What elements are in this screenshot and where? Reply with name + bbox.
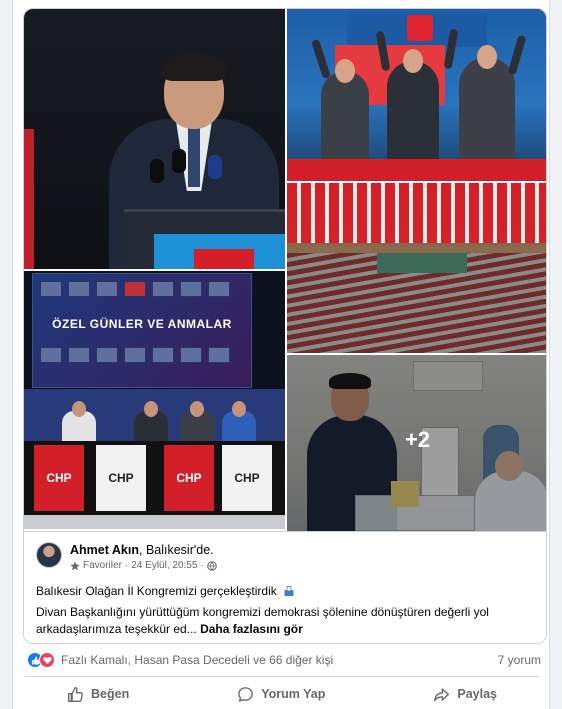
screen-tile xyxy=(152,281,174,297)
post-title: Balıkesir Olağan İl Kongremizi gerçekleş… xyxy=(36,584,295,598)
avatar[interactable] xyxy=(36,542,62,568)
post-author-line: Ahmet Akın, Balıkesir'de. xyxy=(70,543,214,557)
panelist-face xyxy=(144,401,158,417)
thumbs-up-icon xyxy=(68,686,83,702)
share-label: Paylaş xyxy=(457,687,497,701)
stage-front xyxy=(287,159,546,181)
post-timestamp[interactable]: 24 Eylül, 20:55 xyxy=(131,560,197,571)
photo-speaker-podium[interactable] xyxy=(24,9,285,269)
panelist-face xyxy=(190,401,204,417)
screen-tile xyxy=(40,281,62,297)
screen-title: ÖZEL GÜNLER VE ANMALAR xyxy=(52,317,232,331)
speaker-hair xyxy=(162,53,226,81)
chp-banner: CHP xyxy=(96,445,146,511)
separator-dot: · xyxy=(200,560,204,571)
divider xyxy=(25,676,539,677)
congress-logo xyxy=(407,15,433,41)
share-button[interactable]: Paylaş xyxy=(419,682,511,707)
comment-label: Yorum Yap xyxy=(261,687,326,701)
love-reaction-icon xyxy=(39,652,55,668)
like-button[interactable]: Beğen xyxy=(53,682,143,707)
reactions-summary[interactable]: Fazlı Kamalı, Hasan Pasa Decedeli ve 66 … xyxy=(27,652,333,668)
post-body: Divan Başkanlığını yürüttüğüm kongremizi… xyxy=(36,604,541,638)
more-photos-count: +2 xyxy=(404,427,431,452)
person-face xyxy=(403,49,423,73)
person-face xyxy=(477,45,497,69)
speaker-tie xyxy=(188,127,200,187)
post-meta: Favoriler · 24 Eylül, 20:55 · xyxy=(70,560,217,571)
chp-banner: CHP xyxy=(222,445,272,511)
screen-tile xyxy=(68,281,90,297)
panelist-face xyxy=(72,401,86,417)
raised-arm xyxy=(311,38,331,80)
hall-stage xyxy=(377,253,467,273)
screen-tile xyxy=(180,281,202,297)
photo-congress-hall[interactable] xyxy=(287,183,546,353)
photo-panel-stage[interactable]: ÖZEL GÜNLER VE ANMALAR CHP CHP CHP CHP xyxy=(24,271,285,529)
comment-count[interactable]: 7 yorum xyxy=(498,653,541,667)
comment-button[interactable]: Yorum Yap xyxy=(223,682,339,707)
ballot-box-emoji-icon xyxy=(284,586,294,596)
chp-banner: CHP xyxy=(164,445,214,511)
share-arrow-icon xyxy=(434,687,450,701)
stage-floor xyxy=(24,515,285,529)
microphone xyxy=(172,149,186,173)
microphone xyxy=(150,159,164,183)
screen-tile xyxy=(124,281,146,297)
post-title-text: Balıkesir Olağan İl Kongremizi gerçekleş… xyxy=(36,584,277,598)
photo-voting[interactable]: +2 xyxy=(287,355,546,531)
screen-tile xyxy=(96,347,118,363)
raised-arm xyxy=(507,34,527,76)
microphone xyxy=(208,155,222,179)
star-icon xyxy=(70,561,80,570)
screen-tile xyxy=(152,347,174,363)
post-actions: Beğen Yorum Yap Paylaş xyxy=(13,680,551,708)
author-name[interactable]: Ahmet Akın xyxy=(70,543,139,557)
reactor-names[interactable]: Fazlı Kamalı, Hasan Pasa Decedeli ve 66 … xyxy=(61,653,333,667)
screen-tile xyxy=(124,347,146,363)
podium-logo xyxy=(194,249,254,269)
person-face xyxy=(335,59,355,83)
photo-stage-celebration[interactable] xyxy=(287,9,546,181)
shared-post-info: Ahmet Akın, Balıkesir'de. Favoriler · 24… xyxy=(24,531,546,643)
panelist-face xyxy=(232,401,246,417)
photo-album: ÖZEL GÜNLER VE ANMALAR CHP CHP CHP CHP +… xyxy=(23,8,547,644)
like-label: Beğen xyxy=(91,687,130,701)
author-location[interactable]: , Balıkesir'de. xyxy=(139,543,214,557)
comment-bubble-icon xyxy=(238,686,254,702)
see-more-link[interactable]: Daha fazlasını gör xyxy=(200,622,303,636)
screen-tile xyxy=(40,347,62,363)
post-card: ÖZEL GÜNLER VE ANMALAR CHP CHP CHP CHP +… xyxy=(12,0,550,709)
audience-label[interactable]: Favoriler xyxy=(83,560,122,571)
screen-tile xyxy=(96,281,118,297)
screen-tile xyxy=(68,347,90,363)
flag-decorations xyxy=(287,183,546,243)
more-photos-overlay[interactable]: +2 xyxy=(287,355,546,531)
screen-tile xyxy=(208,281,230,297)
screen-tile xyxy=(208,347,230,363)
screen-tile xyxy=(180,347,202,363)
globe-icon xyxy=(206,560,217,571)
red-backdrop xyxy=(24,129,34,269)
separator-dot: · xyxy=(124,560,129,571)
chp-banner: CHP xyxy=(34,445,84,511)
